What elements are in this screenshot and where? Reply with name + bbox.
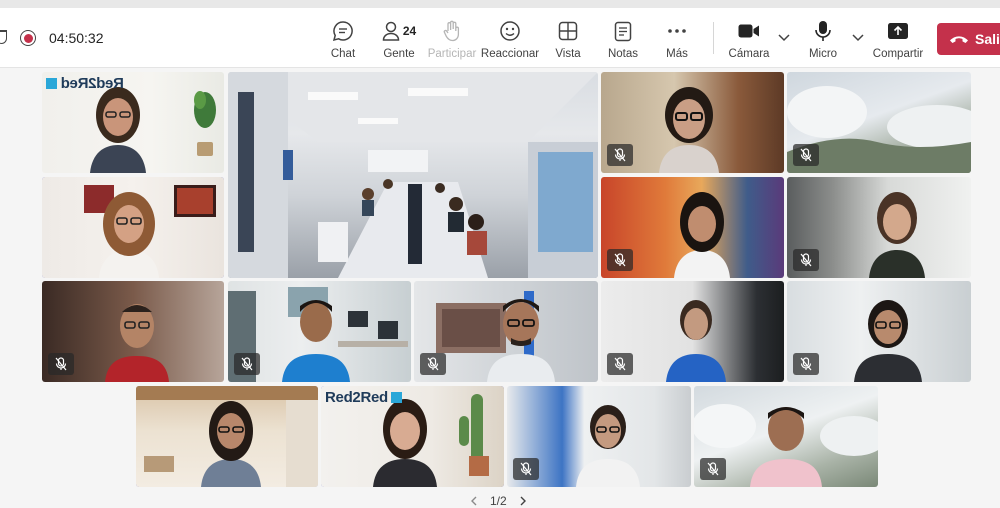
video-tile[interactable]	[694, 386, 878, 487]
video-tile-speaking[interactable]	[136, 386, 318, 487]
raise-hand-label: Participar	[427, 48, 477, 60]
video-tile[interactable]	[42, 281, 224, 382]
video-tile[interactable]	[601, 177, 784, 278]
video-tile[interactable]	[787, 281, 971, 382]
people-button[interactable]: 24 Gente	[379, 8, 419, 68]
view-label: Vista	[555, 48, 581, 60]
more-icon	[665, 19, 689, 43]
camera-options-chevron-icon[interactable]	[777, 30, 791, 44]
phone-icon	[950, 36, 968, 43]
participant-video	[666, 300, 727, 382]
video-tile-speaking[interactable]	[42, 177, 224, 278]
camera-label: Cámara	[728, 48, 770, 60]
view-button[interactable]: Vista	[554, 8, 582, 68]
grid-icon	[556, 19, 580, 43]
video-tile-room[interactable]	[228, 72, 598, 278]
video-tile[interactable]: Red2Red	[42, 72, 224, 173]
leave-label: Sali	[975, 31, 1000, 47]
video-grid: Red2Red Red2Red	[0, 68, 1000, 508]
meeting-toolbar: 04:50:32 Chat 24 Gente Participar Reacci…	[0, 8, 1000, 68]
react-button[interactable]: Reaccionar	[480, 8, 540, 68]
mic-off-icon	[607, 353, 633, 375]
people-label: Gente	[383, 48, 415, 60]
chevron-left-icon[interactable]	[470, 496, 478, 506]
people-count: 24	[402, 24, 417, 38]
brand-logo: Red2Red	[46, 75, 124, 92]
mic-off-icon	[420, 353, 446, 375]
hand-icon	[440, 19, 464, 43]
mic-off-icon	[607, 144, 633, 166]
shield-icon[interactable]	[0, 30, 7, 44]
participant-video	[104, 304, 169, 382]
notes-icon	[611, 19, 635, 43]
share-icon	[886, 19, 910, 43]
conference-room-image	[228, 72, 598, 278]
more-button[interactable]: Más	[665, 8, 689, 68]
video-tile-speaking[interactable]: Red2Red	[321, 386, 504, 487]
window-top-strip	[0, 0, 1000, 8]
participant-video	[576, 405, 641, 487]
mic-off-icon	[513, 458, 539, 480]
participant-video	[486, 299, 555, 382]
mic-off-icon	[700, 458, 726, 480]
participant-video	[854, 300, 923, 382]
participant-video	[99, 192, 160, 278]
mic-off-icon	[607, 249, 633, 271]
chevron-right-icon[interactable]	[519, 496, 527, 506]
toolbar-divider	[713, 22, 714, 54]
mic-off-icon	[793, 249, 819, 271]
video-tile[interactable]	[507, 386, 691, 487]
mic-off-icon	[793, 353, 819, 375]
mic-off-icon	[234, 353, 260, 375]
participant-video	[281, 300, 350, 382]
mic-off-icon	[793, 144, 819, 166]
video-tile[interactable]	[601, 72, 784, 173]
share-label: Compartir	[872, 48, 924, 60]
video-tile[interactable]	[601, 281, 784, 382]
participant-video	[750, 407, 822, 487]
video-tile[interactable]	[414, 281, 598, 382]
brand-logo: Red2Red	[325, 389, 402, 406]
participant-video	[200, 401, 261, 487]
page-navigator: 1/2	[470, 494, 527, 508]
video-tile[interactable]	[228, 281, 411, 382]
react-label: Reaccionar	[480, 48, 540, 60]
mic-off-icon	[48, 353, 74, 375]
participant-video	[658, 87, 719, 173]
share-button[interactable]: Compartir	[873, 8, 923, 68]
mic-options-chevron-icon[interactable]	[851, 30, 865, 44]
page-indicator: 1/2	[490, 494, 507, 508]
leave-button[interactable]: Sali	[937, 23, 1000, 55]
notes-button[interactable]: Notas	[607, 8, 639, 68]
mic-icon	[811, 19, 835, 43]
people-icon: 24	[379, 19, 419, 43]
participant-video	[673, 192, 730, 278]
emoji-icon	[498, 19, 522, 43]
camera-icon	[737, 19, 761, 43]
notes-label: Notas	[607, 48, 639, 60]
chat-button[interactable]: Chat	[330, 8, 356, 68]
chat-icon	[331, 19, 355, 43]
video-tile[interactable]	[787, 177, 971, 278]
raise-hand-button[interactable]: Participar	[427, 8, 477, 68]
plant-image	[194, 91, 216, 156]
call-timer: 04:50:32	[49, 30, 104, 46]
record-icon[interactable]	[20, 30, 36, 46]
camera-button[interactable]: Cámara	[729, 8, 769, 68]
more-label: Más	[666, 48, 688, 60]
chat-label: Chat	[330, 48, 356, 60]
video-tile[interactable]	[787, 72, 971, 173]
mic-label: Micro	[808, 48, 838, 60]
participant-video	[869, 192, 926, 278]
mic-button[interactable]: Micro	[808, 8, 838, 68]
